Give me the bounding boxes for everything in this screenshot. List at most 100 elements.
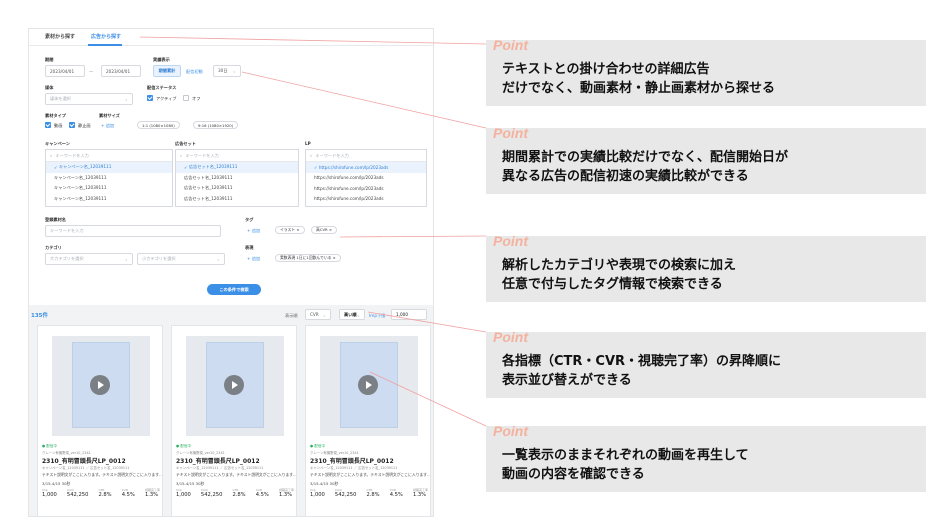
active-checkbox[interactable] xyxy=(147,95,153,101)
play-icon[interactable] xyxy=(224,375,244,395)
callout-text-line1: 各指標（CTR・CVR・視聴完了率）の昇降順に xyxy=(502,354,782,369)
card-duration: 30秒 xyxy=(61,481,71,486)
tag-chip[interactable]: 高CVR × xyxy=(311,226,338,234)
callout-text-line1: テキストとの掛け合わせの詳細広告 xyxy=(502,62,710,77)
chevron-down-icon: ⌄ xyxy=(356,312,360,317)
lp-item[interactable]: https://shirofune.com/lp/2023ads xyxy=(306,194,426,205)
off-checkbox-label: オフ xyxy=(192,96,201,101)
stat-value: 2.8% xyxy=(98,492,112,498)
display-days-select[interactable]: 30日 ⌄ xyxy=(213,65,241,77)
campaign-item[interactable]: キャンペーン名_12039111 xyxy=(46,173,172,184)
stat-value: 4.5% xyxy=(389,492,403,498)
material-size-add-button[interactable]: + 追加 xyxy=(101,123,114,129)
video-card[interactable]: ● 配信中 クレーン有機野菜_ver10_2341 2310_有明冒頭長尺LP_… xyxy=(37,325,163,516)
expression-chip[interactable]: 実数表現 1日に1回飲んでいる × xyxy=(275,254,341,262)
adset-label: 広告セット xyxy=(175,141,196,146)
sort-order-value: 高い順 xyxy=(344,311,357,317)
stat: Imp 1,000 xyxy=(176,488,191,498)
category-small-select[interactable]: 小カテゴリを選択 ⌄ xyxy=(137,253,225,265)
adset-item[interactable]: 広告セット名_12039111 xyxy=(176,183,298,194)
card-meta: キャンペーン名_12039111 ／ 広告セット名_12039111 xyxy=(310,466,398,470)
lp-item[interactable]: https://shirofune.com/lp/2023ads xyxy=(306,173,426,184)
lp-search-placeholder: キーワードを入力 xyxy=(315,152,349,158)
card-title[interactable]: 2310_有明冒頭長尺LP_0012 xyxy=(310,456,394,465)
imp-floor-input[interactable]: 1,000 xyxy=(391,309,427,320)
lp-item[interactable]: https://shirofune.com/lp/2023ads xyxy=(306,183,426,194)
channel-select[interactable]: 媒体を選択 ⌄ xyxy=(45,93,133,105)
display-initial-toggle[interactable]: 配信初動 xyxy=(186,69,203,75)
card-date-range: 3/15-4/15 xyxy=(42,481,61,486)
adset-item[interactable]: 広告セット名_12039111 xyxy=(176,194,298,205)
sort-metric-value: CVR xyxy=(310,312,319,317)
card-title[interactable]: 2310_有明冒頭長尺LP_0012 xyxy=(42,456,126,465)
active-checkbox-label: アクティブ xyxy=(156,96,177,101)
play-icon[interactable] xyxy=(90,375,110,395)
callout-text-line1: 一覧表示のままそれぞれの動画を再生して xyxy=(502,448,749,463)
lp-search-input[interactable]: ⌕ キーワードを入力 xyxy=(306,150,426,162)
point-badge: Point xyxy=(493,233,528,249)
search-icon: ⌕ xyxy=(310,153,313,158)
tag-chip[interactable]: イラスト × xyxy=(275,226,305,234)
tag-add-button[interactable]: + 追加 xyxy=(247,228,260,234)
search-button[interactable]: この条件で検索 xyxy=(207,284,261,295)
material-type-label: 素材タイプ xyxy=(45,113,66,118)
point-badge: Point xyxy=(493,37,528,53)
category-large-select[interactable]: 大カテゴリを選択 ⌄ xyxy=(45,253,133,265)
video-thumbnail xyxy=(52,336,150,436)
card-date: 3/15-4/15 30秒 xyxy=(176,481,204,487)
display-days-value: 30日 xyxy=(218,68,228,73)
video-thumbnail xyxy=(186,336,284,436)
stat: Click 542,250 xyxy=(201,488,222,498)
callout-text-line1: 解析したカテゴリや表現での検索に加え xyxy=(502,258,737,273)
adset-item[interactable]: 広告セット名_12039111 xyxy=(176,173,298,184)
material-name-input[interactable]: キーワードを入力 xyxy=(45,225,221,237)
period-start-input[interactable]: 2023/04/01 xyxy=(45,65,85,77)
video-checkbox[interactable] xyxy=(45,122,51,128)
callout-text-line2: 動画の内容を確認できる xyxy=(502,467,645,482)
still-checkbox[interactable] xyxy=(69,122,75,128)
adset-item[interactable]: ✓ 広告セット名_12039111 xyxy=(176,162,298,173)
video-card[interactable]: ● 配信中 クレーン有機野菜_ver10_2341 2310_有明冒頭長尺LP_… xyxy=(305,325,431,516)
stat: Click 542,250 xyxy=(67,488,88,498)
display-cumulative-toggle[interactable]: 期間累計 xyxy=(153,65,181,77)
search-icon: ⌕ xyxy=(50,153,53,158)
stat: 視聴完了率 1.3% xyxy=(279,488,294,498)
app-screenshot: 素材から探す 広告から探す 期間 2023/04/01 〜 2023/04/01… xyxy=(28,28,434,517)
campaign-item[interactable]: ✓ キャンペーン名_12039111 xyxy=(46,162,172,173)
campaign-search-input[interactable]: ⌕ キーワードを入力 xyxy=(46,150,172,162)
imp-floor-label: Imp下限 xyxy=(369,313,386,318)
expression-add-button[interactable]: + 追加 xyxy=(247,256,260,262)
tab-bar: 素材から探す 広告から探す xyxy=(29,29,433,46)
lp-item[interactable]: ✓ https://shirofune.com/lp/2023ads xyxy=(306,162,426,173)
adset-listbox: ⌕ キーワードを入力 ✓ 広告セット名_12039111 広告セット名_12039… xyxy=(175,149,299,207)
material-name-label: 登録素材名 xyxy=(45,217,66,222)
lp-item-label: https://shirofune.com/lp/2023ads xyxy=(318,164,389,170)
stat-value: 1,000 xyxy=(310,492,325,498)
channel-label: 媒体 xyxy=(45,85,54,90)
material-size-label: 素材サイズ xyxy=(99,113,120,118)
campaign-item[interactable]: キャンペーン名_12039111 xyxy=(46,194,172,205)
period-end-input[interactable]: 2023/04/01 xyxy=(101,65,141,77)
category-large-placeholder: 大カテゴリを選択 xyxy=(50,256,84,261)
point-badge: Point xyxy=(493,423,528,439)
card-title[interactable]: 2310_有明冒頭長尺LP_0012 xyxy=(176,456,260,465)
stat: CVR 4.5% xyxy=(256,488,269,498)
sort-order-select[interactable]: 高い順 ⌄ xyxy=(339,309,365,320)
sort-metric-select[interactable]: CVR ⌄ xyxy=(305,309,331,320)
video-card[interactable]: ● 配信中 クレーン有機野菜_ver10_2341 2310_有明冒頭長尺LP_… xyxy=(171,325,297,516)
tab-search-by-ad[interactable]: 広告から探す xyxy=(91,33,121,40)
tab-search-by-material[interactable]: 素材から探す xyxy=(45,33,75,40)
off-checkbox[interactable] xyxy=(183,95,189,101)
adset-search-input[interactable]: ⌕ キーワードを入力 xyxy=(176,150,298,162)
card-subtitle: クレーン有機野菜_ver10_2341 xyxy=(42,451,91,455)
campaign-item[interactable]: キャンペーン名_12039111 xyxy=(46,183,172,194)
size-chip[interactable]: 9:16 (1080×1920) xyxy=(193,121,239,129)
period-label: 期間 xyxy=(45,57,54,62)
stat-value: 1.3% xyxy=(412,492,427,498)
point-badge: Point xyxy=(493,125,528,141)
play-icon[interactable] xyxy=(358,375,378,395)
video-checkbox-label: 動画 xyxy=(54,123,63,128)
search-icon: ⌕ xyxy=(180,153,183,158)
size-chip[interactable]: 1:1 (1080×1080) xyxy=(137,121,180,129)
card-status: ● 配信中 xyxy=(176,444,192,448)
